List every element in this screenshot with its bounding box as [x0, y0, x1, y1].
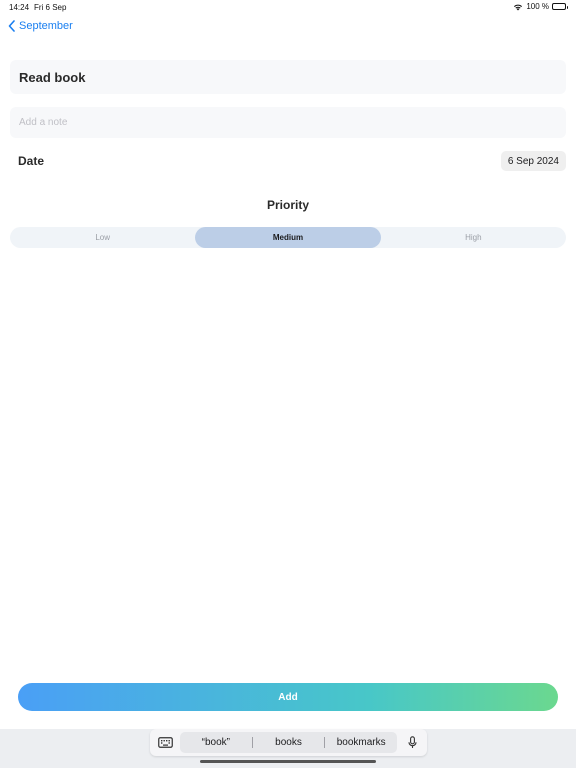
priority-title: Priority — [266, 198, 309, 212]
add-button[interactable]: Add — [18, 683, 558, 711]
priority-segmented-control: Low Medium High — [10, 227, 566, 248]
keyboard-suggestion-bar: “book” books bookmarks — [150, 729, 427, 756]
priority-option-medium[interactable]: Medium — [195, 227, 381, 248]
priority-option-high[interactable]: High — [381, 227, 566, 248]
priority-option-low[interactable]: Low — [10, 227, 195, 248]
note-input[interactable]: Add a note — [10, 107, 566, 138]
battery-icon — [552, 3, 568, 10]
suggestions: “book” books bookmarks — [180, 732, 397, 753]
back-button[interactable]: September — [8, 20, 73, 32]
suggestion-item[interactable]: books — [253, 737, 325, 748]
date-picker-value: 6 Sep 2024 — [507, 155, 559, 167]
status-indicators: 100 % — [513, 2, 568, 11]
microphone-icon[interactable] — [397, 736, 427, 749]
title-input-value: Read book — [19, 69, 86, 85]
date-picker-button[interactable]: 6 Sep 2024 — [500, 151, 566, 171]
note-input-placeholder: Add a note — [19, 117, 68, 128]
add-button-label: Add — [278, 691, 298, 703]
date-label: Date — [18, 154, 45, 168]
home-indicator — [200, 760, 376, 763]
battery-percentage: 100 % — [526, 2, 549, 11]
keyboard-icon[interactable] — [150, 737, 180, 748]
status-date: Fri 6 Sep — [34, 3, 67, 12]
wifi-icon — [513, 3, 523, 11]
status-time: 14:24 — [9, 3, 30, 12]
status-bar: 14:24 Fri 6 Sep 100 % — [0, 0, 576, 14]
suggestion-item[interactable]: “book” — [180, 737, 252, 748]
title-input[interactable]: Read book — [10, 60, 566, 94]
suggestion-item[interactable]: bookmarks — [325, 737, 397, 748]
back-button-label: September — [19, 20, 73, 32]
chevron-left-icon — [8, 20, 15, 32]
